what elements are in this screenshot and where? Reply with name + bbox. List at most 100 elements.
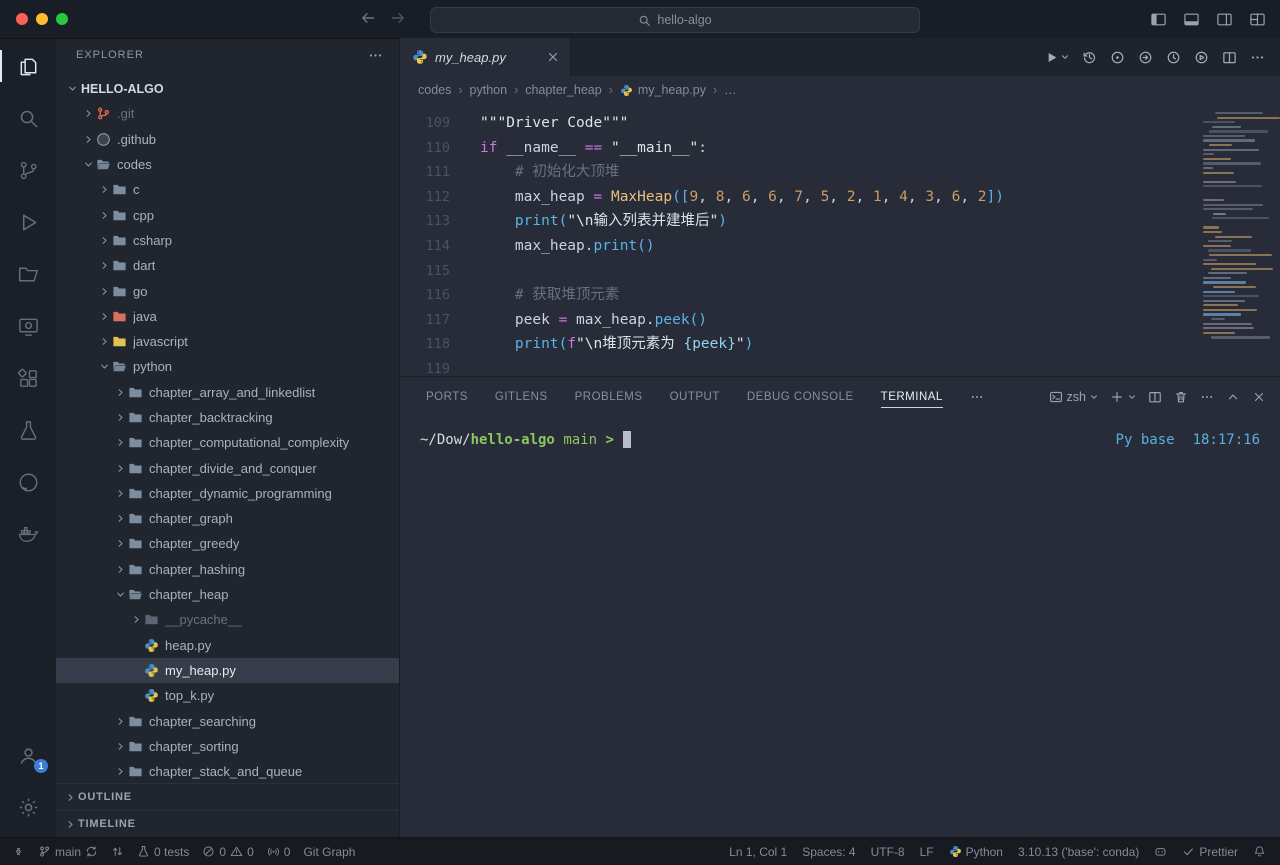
panel-tab-problems[interactable]: PROBLEMS (575, 377, 643, 417)
status-git-branch[interactable]: main (38, 845, 98, 859)
explorer-more-actions-icon[interactable] (368, 48, 383, 63)
gitlens-annotations-button[interactable] (1110, 50, 1125, 65)
tree-item-chapter_computational_complexity[interactable]: chapter_computational_complexity (56, 430, 399, 455)
back-button[interactable] (360, 10, 376, 29)
activity-bar-item-docker[interactable] (0, 508, 56, 560)
status-python-interpreter[interactable]: 3.10.13 ('base': conda) (1018, 845, 1139, 859)
tree-item-javascript[interactable]: javascript (56, 329, 399, 354)
status-eol-sequence[interactable]: LF (920, 845, 934, 859)
code-line[interactable]: 118 print(f"\n堆顶元素为 {peek}") (400, 332, 1280, 357)
panel-tab-debug-console[interactable]: DEBUG CONSOLE (747, 377, 854, 417)
tree-item-chapter_array_and_linkedlist[interactable]: chapter_array_and_linkedlist (56, 380, 399, 405)
code-line[interactable]: 110if __name__ == "__main__": (400, 136, 1280, 161)
panel-tab-gitlens[interactable]: GITLENS (495, 377, 548, 417)
status-tests[interactable]: 0 tests (137, 845, 189, 859)
panel-tab-ports[interactable]: PORTS (426, 377, 468, 417)
tree-item-dart[interactable]: dart (56, 253, 399, 278)
tree-item-chapter_hashing[interactable]: chapter_hashing (56, 557, 399, 582)
code-line[interactable]: 111 # 初始化大顶堆 (400, 160, 1280, 185)
more-terminal-actions[interactable] (1200, 390, 1214, 404)
breadcrumb-item[interactable]: codes (418, 83, 451, 97)
more-actions-button[interactable] (1250, 50, 1265, 65)
status-problems[interactable]: 00 (202, 845, 253, 859)
status-forwarded-ports[interactable]: 0 (267, 845, 291, 859)
activity-bar-item-project-manager[interactable] (0, 248, 56, 300)
activity-bar-item-testing[interactable] (0, 404, 56, 456)
tree-item-HELLO-ALGO[interactable]: HELLO-ALGO (56, 76, 399, 101)
tree-item-c[interactable]: c (56, 177, 399, 202)
tree-item-chapter_sorting[interactable]: chapter_sorting (56, 734, 399, 759)
code-line[interactable]: 116 # 获取堆顶元素 (400, 283, 1280, 308)
status-language-mode[interactable]: Python (949, 845, 1003, 859)
toggle-primary-sidebar-icon[interactable] (1150, 11, 1167, 28)
open-changes-button[interactable] (1138, 50, 1153, 65)
tree-item-chapter_backtracking[interactable]: chapter_backtracking (56, 405, 399, 430)
status-gitlens-compare[interactable] (111, 845, 124, 858)
sidebar-section-outline[interactable]: OUTLINE (56, 783, 399, 810)
panel-tab-output[interactable]: OUTPUT (670, 377, 720, 417)
tree-item-cpp[interactable]: cpp (56, 202, 399, 227)
activity-bar-item-settings[interactable] (0, 781, 56, 833)
close-window-button[interactable] (16, 13, 28, 25)
tree-item-top_k.py[interactable]: top_k.py (56, 683, 399, 708)
tree-item-.git[interactable]: .git (56, 101, 399, 126)
run-or-debug-button[interactable] (1194, 50, 1209, 65)
zoom-window-button[interactable] (56, 13, 68, 25)
tree-item-chapter_greedy[interactable]: chapter_greedy (56, 531, 399, 556)
tree-item-heap.py[interactable]: heap.py (56, 633, 399, 658)
close-tab-icon[interactable] (546, 50, 560, 64)
activity-bar-item-search[interactable] (0, 92, 56, 144)
activity-bar-item-explorer[interactable] (0, 40, 56, 92)
breadcrumb-item[interactable]: … (724, 83, 737, 97)
terminal[interactable]: ~/Dow/hello-algo main > Py base 18:17:16 (400, 417, 1280, 837)
status-copilot[interactable] (1154, 845, 1167, 858)
tree-item-codes[interactable]: codes (56, 152, 399, 177)
run-python-file-button[interactable] (1044, 50, 1069, 65)
file-history-button[interactable] (1166, 50, 1181, 65)
toggle-secondary-sidebar-icon[interactable] (1216, 11, 1233, 28)
tree-item-chapter_divide_and_conquer[interactable]: chapter_divide_and_conquer (56, 455, 399, 480)
minimap[interactable] (1201, 112, 1275, 344)
breadcrumb-item[interactable]: my_heap.py (620, 83, 706, 97)
code-line[interactable]: 115 (400, 259, 1280, 284)
tree-item-chapter_searching[interactable]: chapter_searching (56, 708, 399, 733)
status-git-graph[interactable]: Git Graph (303, 845, 355, 859)
tree-item-.github[interactable]: .github (56, 127, 399, 152)
forward-button[interactable] (390, 10, 406, 29)
minimize-window-button[interactable] (36, 13, 48, 25)
toggle-panel-icon[interactable] (1183, 11, 1200, 28)
sidebar-section-timeline[interactable]: TIMELINE (56, 810, 399, 837)
activity-bar-item-extensions[interactable] (0, 352, 56, 404)
new-terminal[interactable] (1110, 390, 1136, 404)
tree-item-chapter_stack_and_queue[interactable]: chapter_stack_and_queue (56, 759, 399, 783)
status-remote-indicator[interactable] (12, 845, 25, 858)
panel-tabs-overflow-icon[interactable] (970, 390, 984, 404)
activity-bar-item-remote-explorer[interactable] (0, 300, 56, 352)
breadcrumb-item[interactable]: python (470, 83, 508, 97)
close-panel[interactable] (1252, 390, 1266, 404)
kill-terminal[interactable] (1174, 390, 1188, 404)
status-notifications[interactable] (1253, 845, 1266, 858)
customize-layout-icon[interactable] (1249, 11, 1266, 28)
tree-item-csharp[interactable]: csharp (56, 228, 399, 253)
activity-bar-item-run-and-debug[interactable] (0, 196, 56, 248)
status-prettier[interactable]: Prettier (1182, 845, 1238, 859)
code-editor[interactable]: 109"""Driver Code"""110if __name__ == "_… (400, 104, 1280, 376)
tree-item-my_heap.py[interactable]: my_heap.py (56, 658, 399, 683)
tree-item-__pycache__[interactable]: __pycache__ (56, 607, 399, 632)
tab-my-heap-py[interactable]: my_heap.py (400, 38, 571, 76)
tree-item-chapter_graph[interactable]: chapter_graph (56, 506, 399, 531)
code-line[interactable]: 113 print("\n输入列表并建堆后") (400, 209, 1280, 234)
tree-item-chapter_heap[interactable]: chapter_heap (56, 582, 399, 607)
status-indentation[interactable]: Spaces: 4 (802, 845, 855, 859)
code-line[interactable]: 114 max_heap.print() (400, 234, 1280, 259)
code-line[interactable]: 112 max_heap = MaxHeap([9, 8, 6, 6, 7, 5… (400, 185, 1280, 210)
split-editor-button[interactable] (1222, 50, 1237, 65)
maximize-panel[interactable] (1226, 390, 1240, 404)
activity-bar-item-accounts[interactable]: 1 (0, 729, 56, 781)
activity-bar-item-github[interactable] (0, 456, 56, 508)
activity-bar-item-source-control[interactable] (0, 144, 56, 196)
breadcrumb-item[interactable]: chapter_heap (525, 83, 601, 97)
status-encoding[interactable]: UTF-8 (871, 845, 905, 859)
panel-tab-terminal[interactable]: TERMINAL (881, 377, 943, 417)
